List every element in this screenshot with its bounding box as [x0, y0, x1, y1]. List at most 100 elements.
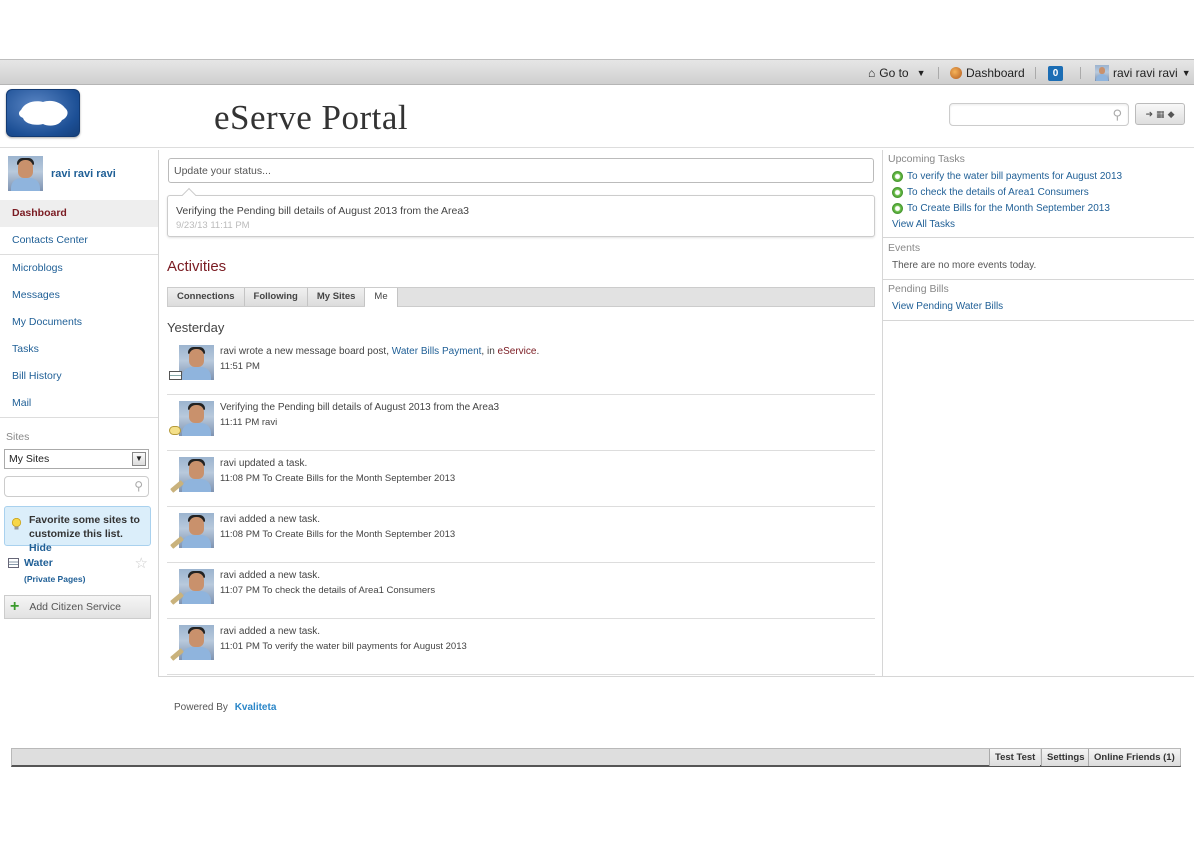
- task-status-icon: [892, 186, 903, 198]
- home-icon: ⌂: [868, 66, 876, 80]
- add-citizen-service-label: Add Citizen Service: [29, 601, 121, 613]
- add-citizen-service-button[interactable]: + Add Citizen Service: [4, 595, 151, 619]
- avatar[interactable]: [179, 457, 214, 492]
- status-update-input[interactable]: Update your status...: [168, 158, 874, 183]
- task-item[interactable]: To verify the water bill payments for Au…: [892, 168, 1122, 184]
- dock-separator: [1080, 67, 1081, 79]
- diamond-icon: ◆: [1167, 108, 1175, 119]
- tab-me[interactable]: Me: [365, 288, 398, 307]
- site-title: eServe Portal: [214, 98, 409, 137]
- task-status-icon: [892, 170, 903, 182]
- events-section: Events There are no more events today.: [888, 242, 1036, 271]
- pending-bills-link[interactable]: View Pending Water Bills: [888, 301, 1003, 312]
- upcoming-tasks-section: Upcoming Tasks To verify the water bill …: [888, 153, 1122, 232]
- navigation-toggle-button[interactable]: ➜ ▦ ◆: [1135, 103, 1185, 125]
- dock-separator: [938, 67, 939, 79]
- favorite-star-icon[interactable]: ☆: [135, 554, 148, 572]
- dropdown-arrow-icon[interactable]: ▼: [132, 452, 146, 466]
- activity-link-post[interactable]: Water Bills Payment: [392, 346, 482, 357]
- view-all-tasks-link[interactable]: View All Tasks: [892, 216, 1122, 232]
- sidebar-item-microblogs[interactable]: Microblogs: [0, 255, 158, 282]
- goto-menu[interactable]: ⌂ Go to ▼: [868, 60, 926, 86]
- activity-item: Verifying the Pending bill details of Au…: [167, 395, 875, 451]
- activity-meta: 11:08 PM To Create Bills for the Month S…: [220, 529, 456, 540]
- sidebar-item-my-documents[interactable]: My Documents: [0, 309, 158, 336]
- profile-summary[interactable]: ravi ravi ravi: [8, 156, 116, 191]
- site-header: eServe Portal ⚲ ➜ ▦ ◆: [0, 86, 1194, 148]
- avatar[interactable]: [8, 156, 43, 191]
- arrow-right-icon: ➜: [1145, 108, 1154, 119]
- sites-heading: Sites: [6, 431, 30, 443]
- site-private-pages-link[interactable]: (Private Pages): [24, 574, 85, 584]
- sidebar-nav: Dashboard Contacts Center Microblogs Mes…: [0, 200, 158, 418]
- task-item[interactable]: To Create Bills for the Month September …: [892, 200, 1122, 216]
- activity-text: ravi added a new task.: [220, 626, 321, 637]
- sidebar-item-contacts-center[interactable]: Contacts Center: [0, 227, 158, 254]
- activity-text: ravi updated a task.: [220, 458, 308, 469]
- activities-tabs: Connections Following My Sites Me: [167, 287, 875, 307]
- sidebar-item-mail[interactable]: Mail: [0, 390, 158, 417]
- favorite-sites-tip: Favorite some sites to customize this li…: [4, 506, 151, 554]
- section-divider: [883, 320, 1194, 321]
- search-icon: ⚲: [134, 479, 143, 493]
- message-board-icon: [169, 371, 182, 380]
- powered-by-brand-link[interactable]: Kvaliteta: [235, 702, 277, 713]
- site-name[interactable]: Water: [24, 557, 53, 569]
- section-divider: [883, 237, 1194, 238]
- events-text: There are no more events today.: [892, 260, 1037, 271]
- tab-my-sites[interactable]: My Sites: [307, 288, 366, 306]
- sites-search-input[interactable]: ⚲: [4, 476, 149, 497]
- events-title: Events: [888, 242, 921, 254]
- tip-hide-link[interactable]: Hide: [29, 542, 52, 554]
- avatar[interactable]: [179, 625, 214, 660]
- notifications-button[interactable]: 0: [1048, 60, 1063, 86]
- pending-bills-section: Pending Bills View Pending Water Bills: [888, 283, 1003, 312]
- notification-count: 0: [1048, 65, 1063, 81]
- current-status-card: Verifying the Pending bill details of Au…: [167, 187, 875, 237]
- dashboard-icon: [950, 67, 962, 79]
- activity-link-site[interactable]: eService: [498, 346, 537, 357]
- tab-connections[interactable]: Connections: [168, 288, 245, 306]
- user-avatar-small: [1095, 65, 1109, 81]
- tab-following[interactable]: Following: [244, 288, 308, 306]
- avatar[interactable]: [179, 401, 214, 436]
- activity-item: ravi added a new task. 11:07 PM To check…: [167, 563, 875, 619]
- pending-bills-title: Pending Bills: [888, 283, 949, 295]
- avatar[interactable]: [179, 345, 214, 380]
- dock-separator: [1035, 67, 1036, 79]
- chat-bar: Test Test Settings Online Friends (1): [11, 748, 1181, 767]
- sidebar-item-bill-history[interactable]: Bill History: [0, 363, 158, 390]
- site-search-input[interactable]: ⚲: [949, 103, 1129, 126]
- online-friends-button[interactable]: Online Friends (1): [1088, 749, 1180, 766]
- sidebar-divider: [0, 417, 158, 418]
- task-item[interactable]: To check the details of Area1 Consumers: [892, 184, 1122, 200]
- user-menu[interactable]: ravi ravi ravi ▼: [1095, 60, 1191, 86]
- sidebar-item-messages[interactable]: Messages: [0, 282, 158, 309]
- site-logo[interactable]: [6, 89, 80, 137]
- main-content: Update your status... Verifying the Pend…: [159, 150, 882, 676]
- avatar[interactable]: [179, 569, 214, 604]
- activity-item: ravi added a new task. 11:08 PM To Creat…: [167, 507, 875, 563]
- search-icon[interactable]: ⚲: [1112, 107, 1122, 123]
- profile-name[interactable]: ravi ravi ravi: [51, 168, 116, 180]
- sidebar-item-tasks[interactable]: Tasks: [0, 336, 158, 363]
- portal-page: ⌂ Go to ▼ Dashboard 0 ravi ravi ravi ▼ e…: [0, 0, 1194, 850]
- activity-meta: 11:11 PM ravi: [220, 417, 278, 428]
- tip-text: Favorite some sites to customize this li…: [29, 514, 140, 540]
- powered-by: Powered By Kvaliteta: [174, 702, 276, 713]
- plus-icon: +: [10, 598, 20, 615]
- activity-feed: ravi wrote a new message board post, Wat…: [167, 339, 875, 675]
- chat-settings-button[interactable]: Settings: [1041, 749, 1090, 766]
- activity-meta: 11:51 PM: [220, 361, 260, 372]
- lightbulb-icon: [11, 518, 22, 530]
- sidebar-item-dashboard[interactable]: Dashboard: [0, 200, 158, 227]
- chat-contact-button[interactable]: Test Test: [989, 749, 1041, 766]
- user-label: ravi ravi ravi: [1113, 66, 1178, 80]
- dashboard-label: Dashboard: [966, 66, 1025, 80]
- dashboard-link[interactable]: Dashboard: [950, 60, 1025, 86]
- avatar[interactable]: [179, 513, 214, 548]
- sites-select[interactable]: My Sites ▼: [4, 449, 149, 469]
- activity-meta: 11:01 PM To verify the water bill paymen…: [220, 641, 467, 652]
- activity-item: ravi updated a task. 11:08 PM To Create …: [167, 451, 875, 507]
- activity-text: ravi added a new task.: [220, 514, 321, 525]
